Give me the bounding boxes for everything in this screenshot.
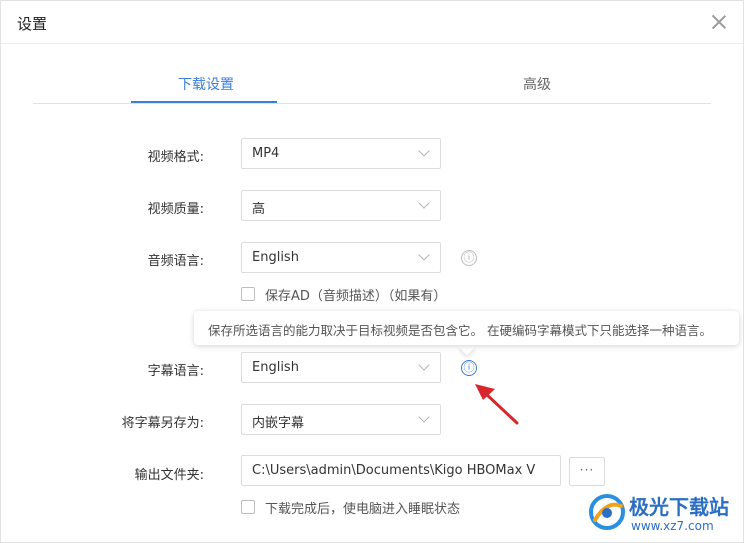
output-folder-label: 输出文件夹: bbox=[134, 468, 204, 483]
output-folder-input[interactable] bbox=[242, 456, 560, 485]
save-ad-checkbox[interactable] bbox=[241, 287, 255, 301]
tab-advanced[interactable]: 高级 bbox=[523, 74, 551, 94]
save-subtitle-as-label: 将字幕另存为: bbox=[121, 416, 204, 431]
video-quality-label: 视频质量: bbox=[147, 202, 204, 217]
title-bar: 设置 bbox=[1, 1, 743, 44]
chevron-down-icon bbox=[418, 249, 430, 261]
video-quality-value: 高 bbox=[252, 202, 266, 217]
subtitle-language-value: English bbox=[252, 360, 299, 375]
active-tab-indicator bbox=[131, 101, 277, 103]
audio-language-label: 音频语言: bbox=[147, 254, 204, 269]
browse-folder-button[interactable]: ··· bbox=[569, 457, 605, 486]
chevron-down-icon bbox=[418, 145, 430, 157]
subtitle-language-info-icon[interactable]: ⓘ bbox=[461, 360, 477, 376]
subtitle-info-tooltip: 保存所选语言的能力取决于目标视频是否包含它。 在硬编码字幕模式下只能选择一种语言… bbox=[194, 311, 739, 345]
chevron-down-icon bbox=[418, 197, 430, 209]
red-pointer-arrow-icon bbox=[475, 384, 519, 425]
video-format-select[interactable]: MP4 bbox=[241, 138, 441, 169]
video-format-label: 视频格式: bbox=[147, 150, 204, 165]
audio-language-select[interactable]: English bbox=[241, 242, 441, 273]
save-subtitle-as-select[interactable]: 内嵌字幕 bbox=[241, 404, 441, 435]
subtitle-language-select[interactable]: English bbox=[241, 352, 441, 383]
video-format-value: MP4 bbox=[252, 146, 280, 161]
tooltip-text: 保存所选语言的能力取决于目标视频是否包含它。 在硬编码字幕模式下只能选择一种语言… bbox=[208, 323, 712, 338]
sleep-after-download-row[interactable]: 下载完成后，使电脑进入睡眠状态 bbox=[241, 498, 481, 517]
save-subtitle-as-value: 内嵌字幕 bbox=[252, 416, 305, 431]
video-quality-select[interactable]: 高 bbox=[241, 190, 441, 221]
audio-language-value: English bbox=[252, 250, 299, 265]
subtitle-language-label: 字幕语言: bbox=[147, 364, 204, 379]
watermark-url: www.xz7.com bbox=[631, 519, 714, 533]
sleep-after-download-checkbox[interactable] bbox=[241, 500, 255, 514]
dialog-title: 设置 bbox=[17, 15, 48, 33]
sleep-after-download-label: 下载完成后，使电脑进入睡眠状态 bbox=[265, 502, 461, 517]
tab-bar: 下载设置 高级 bbox=[33, 63, 711, 104]
audio-language-info-icon[interactable]: ⓘ bbox=[461, 250, 477, 266]
tab-download-settings[interactable]: 下载设置 bbox=[178, 74, 234, 94]
chevron-down-icon bbox=[418, 359, 430, 371]
watermark: 极光下载站 www.xz7.com bbox=[587, 489, 739, 539]
close-icon[interactable] bbox=[709, 12, 729, 32]
output-folder-field[interactable] bbox=[241, 455, 561, 486]
settings-dialog: 设置 下载设置 高级 视频格式: MP4 视频质量: 高 音频语言: Engli… bbox=[0, 0, 744, 543]
watermark-name: 极光下载站 bbox=[629, 495, 729, 519]
save-ad-checkbox-row[interactable]: 保存AD（音频描述）（如果有） bbox=[241, 285, 481, 304]
chevron-down-icon bbox=[418, 411, 430, 423]
save-ad-label: 保存AD（音频描述）（如果有） bbox=[265, 289, 447, 304]
aurora-logo-icon bbox=[589, 494, 625, 530]
